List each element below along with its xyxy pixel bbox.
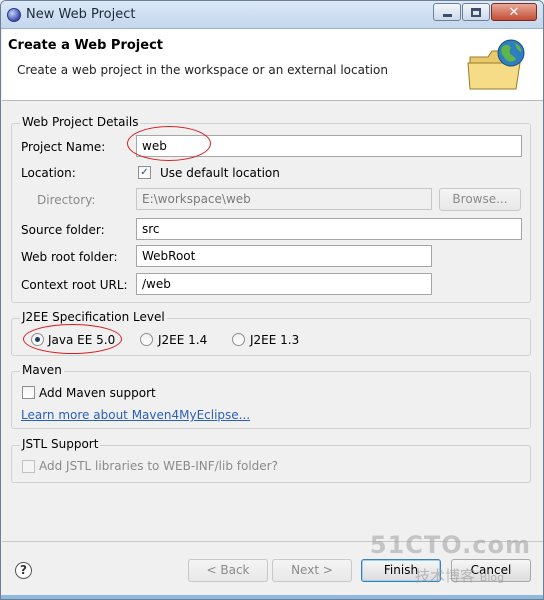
banner-title: Create a Web Project — [8, 38, 163, 53]
title-bar: New Web Project ✕ — [1, 1, 543, 29]
window-controls: ✕ — [433, 3, 537, 21]
close-button[interactable]: ✕ — [491, 3, 537, 21]
source-folder-label: Source folder: — [21, 223, 105, 237]
web-root-folder-label: Web root folder: — [21, 250, 118, 264]
bottom-edge — [1, 595, 543, 599]
maximize-icon — [471, 7, 481, 17]
banner-description: Create a web project in the workspace or… — [17, 63, 388, 77]
cancel-button[interactable]: Cancel — [451, 559, 531, 582]
java-ee-5-radio[interactable] — [31, 333, 44, 346]
web-root-folder-input[interactable] — [136, 245, 432, 267]
close-icon: ✕ — [508, 4, 520, 20]
java-ee-5-label: Java EE 5.0 — [48, 333, 116, 347]
web-project-details-title: Web Project Details — [20, 115, 141, 129]
help-icon[interactable]: ? — [15, 562, 32, 579]
directory-label: Directory: — [37, 193, 96, 207]
globe-folder-icon — [467, 39, 525, 90]
context-root-url-input[interactable] — [136, 273, 432, 295]
add-maven-support-label: Add Maven support — [39, 386, 156, 400]
j2ee-1-3-label: J2EE 1.3 — [250, 333, 300, 347]
j2ee-1-4-radio[interactable] — [140, 333, 153, 346]
eclipse-icon — [7, 8, 21, 22]
wizard-banner: Create a Web Project Create a web projec… — [2, 29, 543, 101]
learn-more-maven-link[interactable]: Learn more about Maven4MyEclipse... — [21, 408, 250, 422]
footer-separator — [2, 541, 543, 542]
use-default-location-checkbox[interactable]: ✓ — [138, 166, 151, 179]
project-name-input[interactable] — [136, 135, 522, 157]
add-jstl-libraries-checkbox — [22, 460, 35, 473]
window-title: New Web Project — [26, 7, 136, 22]
next-button: Next > — [272, 559, 352, 582]
maven-title: Maven — [20, 363, 64, 377]
use-default-location-label: Use default location — [160, 166, 280, 180]
back-button: < Back — [188, 559, 268, 582]
watermark-site: 51CTO.com — [369, 531, 531, 559]
location-label: Location: — [21, 166, 76, 180]
finish-button[interactable]: Finish — [361, 559, 441, 582]
minimize-icon — [442, 14, 452, 17]
context-root-url-label: Context root URL: — [21, 278, 128, 292]
directory-input — [136, 188, 432, 210]
j2ee-1-3-radio[interactable] — [232, 333, 245, 346]
source-folder-input[interactable] — [136, 218, 522, 240]
project-name-label: Project Name: — [21, 140, 106, 154]
minimize-button[interactable] — [433, 3, 461, 21]
new-web-project-dialog: New Web Project ✕ Create a Web Project C… — [0, 0, 544, 600]
maximize-button[interactable] — [462, 3, 490, 21]
j2ee-spec-level-title: J2EE Specification Level — [20, 310, 167, 324]
add-jstl-libraries-label: Add JSTL libraries to WEB-INF/lib folder… — [39, 459, 278, 473]
j2ee-1-4-label: J2EE 1.4 — [158, 333, 208, 347]
add-maven-support-checkbox[interactable] — [22, 386, 35, 399]
jstl-support-title: JSTL Support — [20, 437, 101, 451]
browse-button: Browse... — [439, 188, 521, 211]
